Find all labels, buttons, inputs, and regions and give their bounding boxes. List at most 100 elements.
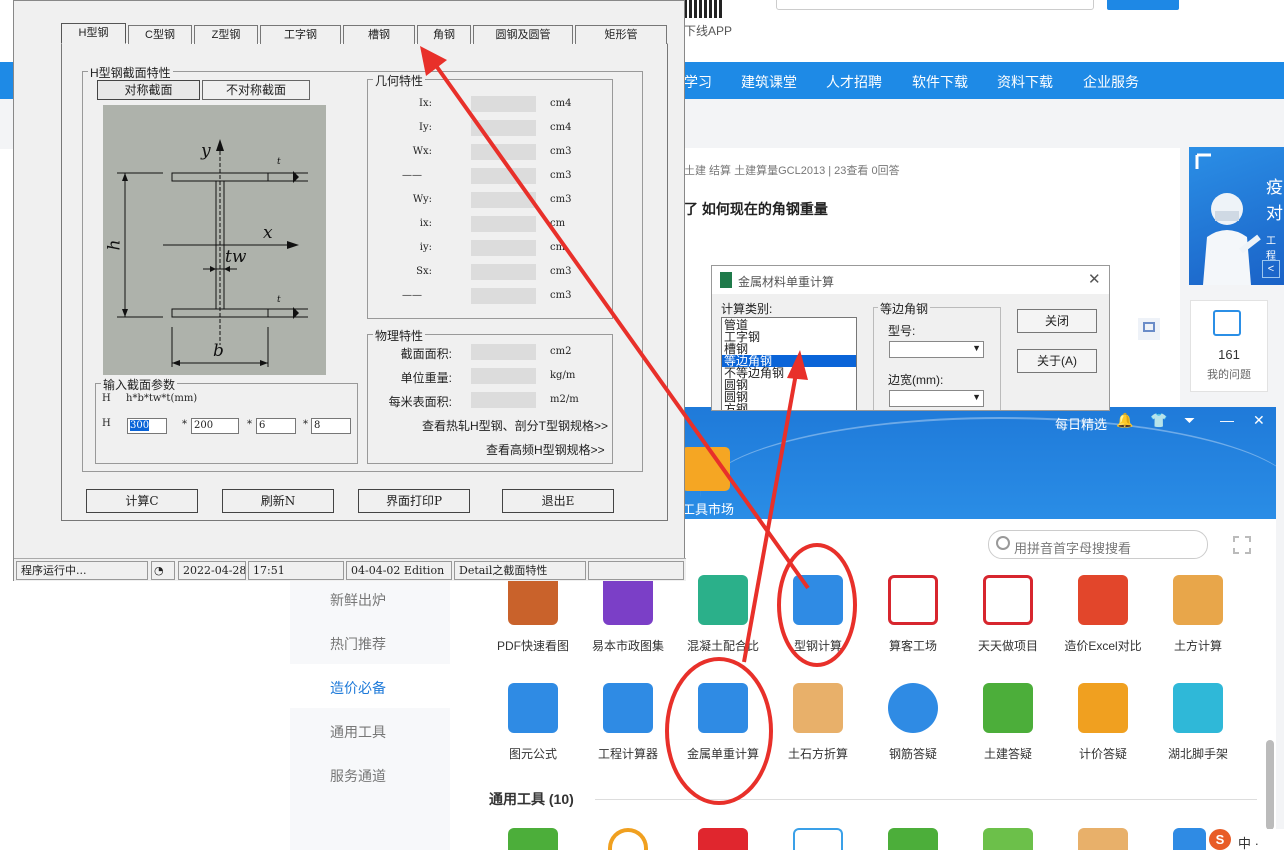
nav-item-study[interactable]: 学习 [684,72,712,92]
input-web-thickness[interactable]: 6 [256,418,296,434]
banner-small-text: 工程 [1266,236,1276,262]
geo-ix-value [471,96,536,112]
close-icon[interactable]: ✕ [1088,270,1101,288]
sidebar-item-new[interactable]: 新鲜出炉 [330,590,386,610]
tool-label: PDF快速看图 [496,639,569,653]
nav-item-classroom[interactable]: 建筑课堂 [741,72,797,92]
blue-tool-icon[interactable] [793,828,843,850]
tab-z-steel[interactable]: Z型钢 [194,25,258,44]
flange-thickness-label-bottom: t [277,295,281,305]
minimize-icon[interactable]: — [1220,412,1234,428]
sidebar-item-hot[interactable]: 热门推荐 [330,634,386,654]
unit-weight-label: 单位重量: [400,371,452,385]
blue-cut-tool-icon[interactable] [1173,828,1206,850]
refresh-button[interactable]: 刷新N [222,489,334,513]
post-title[interactable]: 了 如何现在的角钢重量 [684,199,828,219]
daily-picks-link[interactable]: 每日精选 [1055,414,1107,433]
asymmetric-section-button[interactable]: 不对称截面 [202,80,310,100]
excel-icon [1078,575,1128,625]
tab-round-tube[interactable]: 圆钢及圆管 [473,25,573,44]
nav-item-software[interactable]: 软件下载 [912,72,968,92]
nav-item-enterprise[interactable]: 企业服务 [1083,72,1139,92]
about-button[interactable]: 关于(A) [1017,349,1097,373]
nav-item-jobs[interactable]: 人才招聘 [826,72,882,92]
suanke-logo-icon [888,575,938,625]
edit-icon [1213,310,1241,336]
status-bar: 程序运行中... ◔ 2022-04-28 17:51 04-04-02 Edi… [14,558,686,581]
tab-rect-tube[interactable]: 矩形管 [575,25,667,44]
chevron-down-icon: ▼ [972,343,981,353]
earthwork-icon [1173,575,1223,625]
area-label: 截面面积: [400,347,452,361]
refresh-tool-icon[interactable] [508,828,558,850]
skin-icon[interactable]: 👕 [1150,412,1167,429]
close-button[interactable]: 关闭 [1017,309,1097,333]
geo-iy-label: Iy: [419,122,432,133]
symmetric-section-button[interactable]: 对称截面 [97,80,200,100]
sogou-icon[interactable]: S [1209,829,1231,850]
brush-tool-icon[interactable] [1078,828,1128,850]
my-questions-count: 161 [1218,347,1240,362]
app-download-label[interactable]: 下线APP [684,22,732,39]
red-tool-icon[interactable] [698,828,748,850]
scaffold-icon [1173,683,1223,733]
calc-type-label: 计算类别: [721,302,773,316]
tool-market-label[interactable]: 工具市场 [682,499,734,518]
width-select[interactable]: ▼ [889,390,984,407]
project-logo-icon [983,575,1033,625]
geo-sx-label: Sx: [416,266,432,277]
mixer-truck-icon [698,575,748,625]
print-button[interactable]: 界面打印P [358,489,470,513]
model-select[interactable]: ▼ [889,341,984,358]
model-label: 型号: [888,324,916,338]
geo-blank2-label: —— [402,290,422,301]
site-search-input[interactable] [776,0,1094,10]
site-search-button[interactable] [1107,0,1179,10]
bell-icon[interactable]: 🔔 [1116,412,1133,429]
tab-c-steel[interactable]: C型钢 [128,25,192,44]
section-title-general-tools: 通用工具 (10) [489,791,574,807]
sidebar-item-general[interactable]: 通用工具 [330,722,386,742]
width-label: b [213,341,224,361]
exit-button[interactable]: 退出E [502,489,614,513]
close-icon[interactable]: ✕ [1253,412,1265,429]
calc-type-list[interactable]: 管道 工字钢 槽钢 等边角钢 不等边角钢 圆钢 圆钢 方钢 [721,317,857,410]
app-icon [720,272,732,288]
tab-angle[interactable]: 角钢 [417,25,471,44]
input-height[interactable]: 300 [127,418,167,434]
list-item[interactable]: 方钢 [724,403,748,410]
ime-mode[interactable]: 中 · [1238,833,1259,852]
formula-prefix: H [102,393,111,404]
geo-unit: cm [550,218,566,229]
geo-unit: cm2 [550,346,572,357]
menu-dropdown-icon[interactable]: ⏷ [1184,412,1195,429]
geo-blank2-value [471,288,536,304]
sidebar-item-service[interactable]: 服务通道 [330,766,386,786]
geo-wx-label: Wx: [412,146,432,157]
nav-item-materials[interactable]: 资料下载 [997,72,1053,92]
geo-unit: m2/m [550,394,579,405]
unit-weight-value [471,368,536,384]
calculate-button[interactable]: 计算C [86,489,198,513]
tab-channel[interactable]: 槽钢 [343,25,415,44]
area-value [471,344,536,360]
sidebar-item-cost-essential[interactable]: 造价必备 [330,678,386,698]
toolbox-icon[interactable] [682,447,730,491]
green-tool-icon[interactable] [888,828,938,850]
geo-ix-radius-value [471,216,536,232]
times-sign: * [247,419,252,430]
hot-rolled-spec-link[interactable]: 查看热轧H型钢、剖分T型钢规格>> [422,417,608,434]
high-freq-spec-link[interactable]: 查看高频H型钢规格>> [486,441,605,458]
input-flange-thickness[interactable]: 8 [311,418,351,434]
banner-prev-button[interactable]: < [1262,260,1280,278]
tools-scrollbar[interactable] [1266,740,1274,830]
table-tool-icon[interactable] [983,828,1033,850]
tab-h-steel[interactable]: H型钢 [61,23,126,44]
input-width[interactable]: 200 [191,418,239,434]
tab-i-beam[interactable]: 工字钢 [260,25,341,44]
clock-icon: ◔ [151,561,175,580]
tool-label: 算客工场 [888,639,937,653]
monitor-icon[interactable] [1143,322,1155,332]
grid-view-icon[interactable] [1233,536,1251,554]
tool-label: 造价Excel对比 [1064,639,1142,653]
